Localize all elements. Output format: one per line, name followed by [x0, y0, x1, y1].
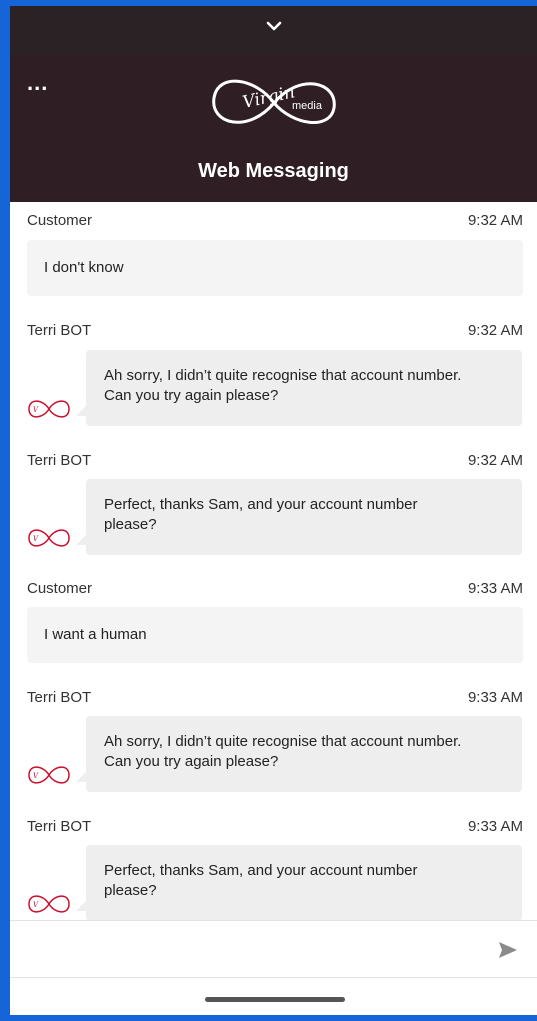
- customer-message-bubble: I don't know: [27, 240, 523, 296]
- virgin-media-logo: Virgin media: [212, 79, 336, 124]
- timestamp: 9:33 AM: [467, 818, 523, 835]
- timestamp: 9:32 AM: [467, 452, 523, 469]
- sender-name: Customer: [27, 212, 93, 229]
- message-header: Terri BOT 9:33 AM: [27, 689, 523, 713]
- message-list[interactable]: Customer 9:32 AM I don't know Terri BOT …: [10, 202, 537, 920]
- bot-avatar-icon: V: [28, 529, 70, 547]
- collapse-bar[interactable]: [10, 6, 537, 54]
- chat-window: ... Virgin media Web Messaging Customer …: [10, 6, 537, 1015]
- bot-avatar-icon: V: [28, 766, 70, 784]
- more-options-button[interactable]: ...: [27, 72, 48, 94]
- timestamp: 9:32 AM: [467, 212, 523, 229]
- logo-media-text: media: [292, 100, 323, 112]
- svg-text:V: V: [33, 901, 39, 909]
- bot-message-bubble: Ah sorry, I didn’t quite recognise that …: [76, 350, 522, 426]
- message-header: Terri BOT 9:33 AM: [27, 818, 523, 842]
- bot-message-bubble: Ah sorry, I didn’t quite recognise that …: [76, 716, 522, 792]
- customer-message-bubble: I want a human: [27, 607, 523, 663]
- message-input[interactable]: [27, 933, 481, 965]
- svg-text:V: V: [33, 535, 39, 543]
- chat-header: ... Virgin media Web Messaging: [10, 54, 537, 202]
- message-text: I want a human: [44, 626, 147, 643]
- home-indicator: [205, 997, 345, 1002]
- message-text: Ah sorry, I didn’t quite recognise that …: [104, 367, 462, 404]
- send-icon[interactable]: [498, 941, 518, 959]
- message-text: I don't know: [44, 259, 124, 276]
- timestamp: 9:33 AM: [467, 689, 523, 706]
- message-header: Terri BOT 9:32 AM: [27, 322, 523, 346]
- bot-message-bubble: Perfect, thanks Sam, and your account nu…: [76, 845, 522, 920]
- message-text: Perfect, thanks Sam, and your account nu…: [104, 496, 418, 533]
- svg-text:V: V: [33, 406, 39, 414]
- bot-message-bubble: Perfect, thanks Sam, and your account nu…: [76, 479, 522, 555]
- timestamp: 9:32 AM: [467, 322, 523, 339]
- timestamp: 9:33 AM: [467, 580, 523, 597]
- bot-avatar-icon: V: [28, 400, 70, 418]
- sender-name: Terri BOT: [27, 689, 92, 706]
- page-title: Web Messaging: [198, 160, 349, 182]
- svg-text:V: V: [33, 772, 39, 780]
- sender-name: Terri BOT: [27, 322, 92, 339]
- sender-name: Terri BOT: [27, 818, 92, 835]
- sender-name: Terri BOT: [27, 452, 92, 469]
- message-text: Ah sorry, I didn’t quite recognise that …: [104, 733, 462, 770]
- message-composer: [10, 920, 537, 978]
- message-header: Customer 9:32 AM: [27, 212, 523, 236]
- sender-name: Customer: [27, 580, 93, 597]
- chevron-down-icon[interactable]: [266, 18, 282, 34]
- message-header: Customer 9:33 AM: [27, 580, 523, 604]
- bot-avatar-icon: V: [28, 895, 70, 913]
- message-text: Perfect, thanks Sam, and your account nu…: [104, 862, 418, 899]
- message-header: Terri BOT 9:32 AM: [27, 452, 523, 476]
